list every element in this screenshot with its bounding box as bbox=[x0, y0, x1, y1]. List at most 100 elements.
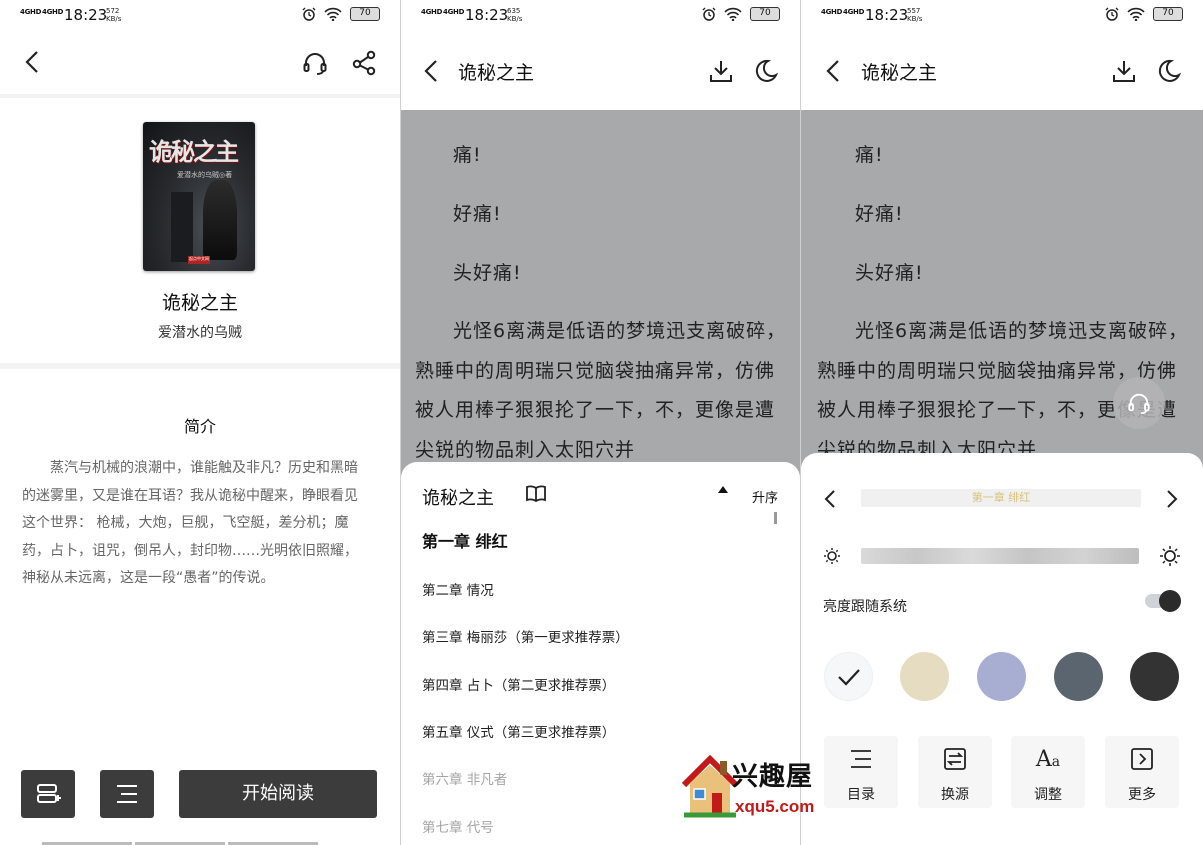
swap-source-button[interactable]: 换源 bbox=[918, 736, 992, 808]
paragraph: 头好痛! bbox=[453, 262, 522, 284]
start-reading-button[interactable]: 开始阅读 bbox=[179, 770, 377, 818]
battery-icon: 70 bbox=[750, 7, 780, 21]
paragraph: 光怪6离满是低语的梦境迅支离破碎，熟睡中的周明瑞只觉脑袋抽痛异常，仿佛被人用棒子… bbox=[415, 320, 787, 461]
network-speed: 572 KB/s bbox=[106, 7, 122, 23]
status-time: 18:23 bbox=[64, 6, 108, 24]
chapter-progress-bar[interactable]: 第一章 绯红 bbox=[861, 489, 1141, 507]
headset-icon[interactable] bbox=[302, 50, 328, 76]
paragraph: 好痛! bbox=[855, 203, 904, 225]
font-size-icon: Aa bbox=[1035, 746, 1061, 772]
brightness-low-icon bbox=[824, 548, 840, 564]
theme-swatch-default[interactable] bbox=[824, 652, 873, 701]
chapter-item[interactable]: 第四章 占卜（第二更求推荐票） bbox=[422, 674, 615, 694]
chapter-item[interactable]: 第七章 代号 bbox=[422, 816, 494, 836]
paragraph: 痛! bbox=[855, 144, 884, 166]
cover-art bbox=[171, 192, 193, 262]
section-divider bbox=[0, 94, 400, 98]
prev-chapter-icon[interactable] bbox=[823, 489, 839, 509]
signal-icon: 4GHD bbox=[20, 8, 42, 16]
signal-icon: 4GHD bbox=[821, 8, 843, 16]
chapter-item[interactable]: 第二章 情况 bbox=[422, 579, 494, 599]
watermark-text: 兴趣屋 bbox=[732, 762, 814, 792]
catalog-button[interactable] bbox=[100, 770, 154, 818]
next-chapter-icon[interactable] bbox=[1163, 489, 1179, 509]
signal-icon: 4GHD bbox=[843, 8, 865, 16]
theme-swatch-slate[interactable] bbox=[1054, 652, 1103, 701]
chapter-item[interactable]: 第一章 绯红 bbox=[422, 528, 508, 552]
status-time: 18:23 bbox=[465, 6, 509, 24]
cover-art bbox=[203, 180, 237, 260]
intro-heading: 简介 bbox=[183, 417, 216, 436]
status-bar: 4GHD 4GHD 18:23 557 KB/s 70 bbox=[801, 0, 1203, 32]
sheet-book-title: 诡秘之主 bbox=[422, 488, 494, 509]
more-icon bbox=[1131, 748, 1153, 770]
swap-source-label: 换源 bbox=[941, 787, 969, 803]
book-cover[interactable]: 诡秘之主 爱潜水的乌贼◎著 起点中文网 bbox=[143, 122, 255, 271]
brightness-slider[interactable] bbox=[861, 548, 1139, 564]
theme-swatch-lavender[interactable] bbox=[977, 652, 1026, 701]
night-mode-icon[interactable] bbox=[1156, 58, 1182, 84]
swap-source-icon bbox=[944, 748, 966, 770]
download-icon[interactable] bbox=[708, 58, 734, 84]
night-mode-icon[interactable] bbox=[753, 58, 779, 84]
listen-float-button[interactable] bbox=[1113, 377, 1165, 429]
chapter-item[interactable]: 第五章 仪式（第三更求推荐票） bbox=[422, 721, 615, 741]
signal-icon: 4GHD bbox=[42, 8, 64, 16]
wifi-icon bbox=[1127, 7, 1145, 21]
book-author[interactable]: 爱潜水的乌贼 bbox=[0, 322, 400, 342]
headset-icon bbox=[1128, 393, 1150, 414]
alarm-icon bbox=[302, 7, 316, 21]
paragraph: 痛! bbox=[453, 144, 482, 166]
status-bar: 4GHD 4GHD 18:23 572 KB/s 70 bbox=[0, 0, 400, 32]
screenshot-collage: 4GHD 4GHD 18:23 572 KB/s 70 诡秘之主 爱潜水的乌贼◎著… bbox=[0, 0, 1203, 845]
detail-header bbox=[0, 32, 400, 92]
download-icon[interactable] bbox=[1111, 58, 1137, 84]
reader-header: 诡秘之主 bbox=[801, 32, 1203, 110]
cover-author: 爱潜水的乌贼◎著 bbox=[177, 171, 233, 179]
sort-toggle[interactable]: 升序 bbox=[752, 487, 778, 506]
wifi-icon bbox=[324, 7, 342, 21]
reader-title: 诡秘之主 bbox=[458, 62, 535, 84]
chapter-item[interactable]: 第六章 非凡者 bbox=[422, 768, 507, 788]
book-icon[interactable] bbox=[526, 485, 546, 503]
theme-swatch-beige[interactable] bbox=[900, 652, 949, 701]
catalog-icon bbox=[117, 785, 137, 803]
reader-title: 诡秘之主 bbox=[861, 62, 938, 84]
reader-header: 诡秘之主 bbox=[401, 32, 800, 110]
chapter-item[interactable]: 第三章 梅丽莎（第一更求推荐票） bbox=[422, 626, 629, 646]
intro-text: 蒸汽与机械的浪潮中，谁能触及非凡？历史和黑暗的迷雾里，又是谁在耳语？我从诡秘中醒… bbox=[22, 460, 358, 586]
share-icon[interactable] bbox=[352, 50, 378, 76]
brightness-follow-toggle[interactable] bbox=[1145, 590, 1181, 612]
add-to-shelf-button[interactable] bbox=[21, 770, 75, 818]
house-logo-icon bbox=[681, 754, 739, 818]
brightness-follow-label: 亮度跟随系统 bbox=[823, 599, 907, 615]
alarm-icon bbox=[702, 7, 716, 21]
reader-settings-sheet: 第一章 绯红 亮度跟随系统 目录 换源 Aa 调整 更多 bbox=[801, 453, 1203, 845]
alarm-icon bbox=[1105, 7, 1119, 21]
more-label: 更多 bbox=[1128, 787, 1156, 803]
status-time: 18:23 bbox=[865, 6, 909, 24]
watermark: 兴趣屋 xqu5.com bbox=[680, 753, 860, 823]
wifi-icon bbox=[724, 7, 742, 21]
cover-title: 诡秘之主 bbox=[149, 137, 239, 166]
adjust-label: 调整 bbox=[1034, 787, 1062, 803]
cover-seal: 起点中文网 bbox=[188, 256, 210, 264]
theme-swatch-dark[interactable] bbox=[1130, 652, 1179, 701]
back-icon[interactable] bbox=[421, 58, 443, 84]
status-bar: 4GHD 4GHD 18:23 635 KB/s 70 bbox=[401, 0, 800, 32]
network-speed: 635 KB/s bbox=[507, 7, 523, 23]
reader-settings-screen: 诡秘之主 痛! 好痛! 头好痛! 光怪6离满是低语的梦境迅支离破碎，熟睡中的周明… bbox=[801, 0, 1203, 845]
sort-arrow-icon[interactable] bbox=[718, 486, 728, 493]
adjust-button[interactable]: Aa 调整 bbox=[1011, 736, 1085, 808]
more-button[interactable]: 更多 bbox=[1105, 736, 1179, 808]
back-icon[interactable] bbox=[823, 58, 845, 84]
battery-icon: 70 bbox=[1153, 7, 1183, 21]
add-shelf-icon bbox=[37, 784, 61, 803]
scrollbar[interactable] bbox=[774, 512, 777, 524]
watermark-url: xqu5.com bbox=[735, 797, 815, 816]
reader-chapters-screen: 诡秘之主 痛! 好痛! 头好痛! 光怪6离满是低语的梦境迅支离破碎，熟睡中的周明… bbox=[401, 0, 800, 845]
signal-icon: 4GHD bbox=[443, 8, 465, 16]
back-icon[interactable] bbox=[20, 48, 46, 76]
signal-icon: 4GHD bbox=[421, 8, 443, 16]
brightness-high-icon bbox=[1160, 546, 1180, 566]
